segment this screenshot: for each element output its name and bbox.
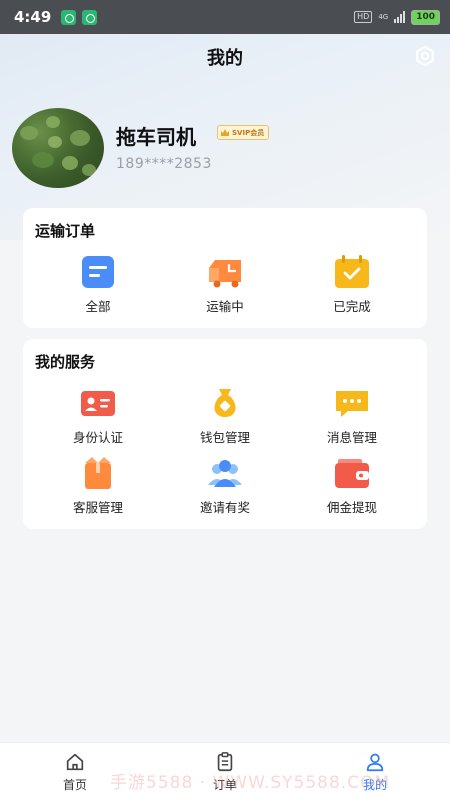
- wallet-icon: [335, 459, 369, 488]
- nav-profile-label: 我的: [362, 778, 387, 792]
- nav-profile[interactable]: 我的: [345, 751, 405, 793]
- service-wallet-button[interactable]: 钱包管理: [165, 385, 285, 446]
- battery-icon: 100: [411, 9, 440, 25]
- order-all-button[interactable]: 全部: [38, 254, 158, 315]
- invite-users-icon: [208, 460, 242, 487]
- order-in-transit-button[interactable]: 运输中: [165, 254, 285, 315]
- service-messages-button[interactable]: 消息管理: [292, 385, 412, 446]
- home-icon: [66, 753, 84, 771]
- username: 拖车司机: [116, 125, 196, 149]
- status-indicators: HD 4G 100: [354, 9, 440, 25]
- notification-app-icon: [82, 9, 98, 25]
- nav-home-label: 首页: [62, 778, 87, 792]
- service-commission-button[interactable]: 佣金提现: [292, 455, 412, 516]
- customer-service-icon: [85, 457, 111, 489]
- service-messages-label: 消息管理: [326, 430, 377, 445]
- status-time: 4:49: [14, 8, 52, 26]
- transport-orders-card: 运输订单 全部 运输中 已完成: [23, 208, 427, 328]
- service-identity-button[interactable]: 身份认证: [38, 385, 158, 446]
- settings-icon[interactable]: [414, 45, 436, 67]
- truck-icon: [209, 260, 241, 288]
- nav-orders-label: 订单: [212, 778, 237, 792]
- service-invite-button[interactable]: 邀请有奖: [165, 455, 285, 516]
- order-completed-button[interactable]: 已完成: [292, 254, 412, 315]
- profile-icon: [366, 753, 384, 772]
- card-title: 我的服务: [35, 353, 96, 371]
- page-title: 我的: [207, 48, 243, 69]
- message-icon: [336, 391, 368, 417]
- notification-app-icon: [61, 9, 77, 25]
- crown-icon: [221, 129, 229, 136]
- id-card-icon: [81, 391, 115, 416]
- signal-icon: [394, 11, 406, 23]
- phone-number: 189****2853: [116, 156, 212, 172]
- order-completed-label: 已完成: [333, 299, 371, 314]
- vip-label: SVIP会员: [232, 128, 265, 137]
- avatar[interactable]: [12, 108, 104, 188]
- vip-badge: SVIP会员: [217, 125, 270, 140]
- hd-indicator: HD: [354, 11, 373, 23]
- card-title: 运输订单: [35, 222, 96, 240]
- network-type: 4G: [378, 12, 389, 21]
- my-services-card: 我的服务 身份认证 钱包管理 消息管理 客服管理 邀请有奖 佣金提现: [23, 339, 427, 529]
- service-customer-label: 客服管理: [72, 500, 123, 515]
- calendar-check-icon: [335, 255, 369, 288]
- service-invite-label: 邀请有奖: [199, 500, 250, 515]
- order-all-label: 全部: [85, 299, 111, 314]
- nav-orders[interactable]: 订单: [195, 751, 255, 793]
- list-icon: [82, 256, 114, 288]
- service-identity-label: 身份认证: [72, 430, 123, 445]
- money-bag-icon: [214, 389, 236, 417]
- service-commission-label: 佣金提现: [326, 500, 377, 515]
- bottom-navigation: 首页 订单 我的: [0, 742, 450, 800]
- service-wallet-label: 钱包管理: [199, 430, 250, 445]
- orders-icon: [217, 752, 233, 772]
- order-in-transit-label: 运输中: [206, 299, 244, 314]
- nav-home[interactable]: 首页: [45, 751, 105, 793]
- service-customer-button[interactable]: 客服管理: [38, 455, 158, 516]
- status-bar: 4:49 HD 4G 100: [0, 0, 450, 34]
